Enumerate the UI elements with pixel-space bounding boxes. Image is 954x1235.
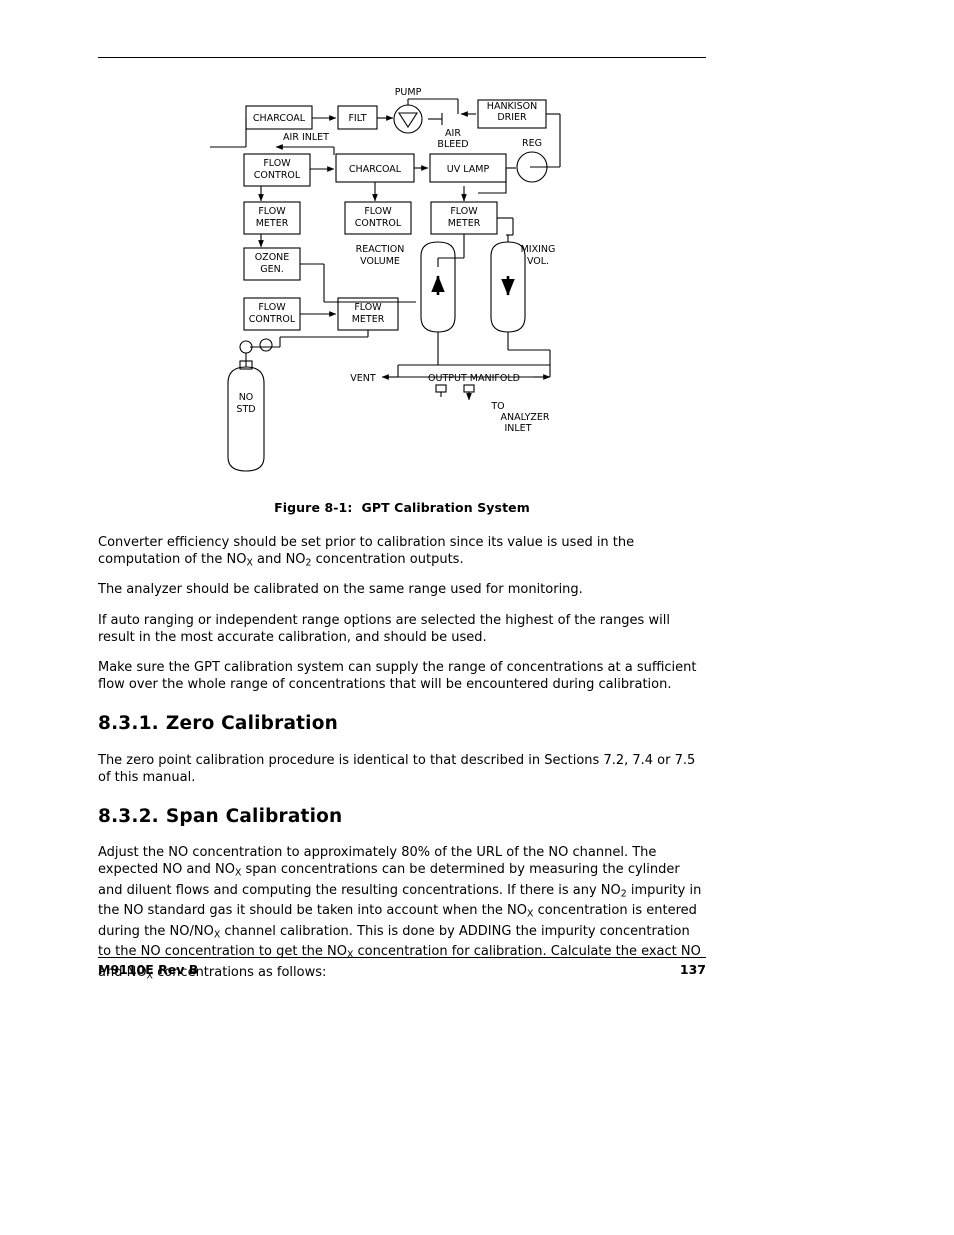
label-hankison-1: HANKISON: [487, 101, 537, 112]
label-reaction-volume-2: VOLUME: [360, 256, 400, 267]
label-to-analyzer-2: ANALYZER: [500, 412, 549, 423]
paragraph-converter-efficiency: Converter efficiency should be set prior…: [98, 534, 706, 572]
label-air-bleed-1: AIR: [445, 128, 461, 139]
label-flow-meter-3b: METER: [352, 314, 385, 325]
document-page: CHARCOAL FILT PUMP AIR BLEED HANKISON DR…: [0, 0, 954, 1235]
diagram-svg: CHARCOAL FILT PUMP AIR BLEED HANKISON DR…: [210, 87, 561, 472]
heading-span-number: 8.3.2.: [98, 806, 159, 827]
label-flow-meter-1a: FLOW: [258, 206, 286, 217]
p4-text: Make sure the GPT calibration system can…: [98, 660, 697, 693]
zero-body-text: The zero point calibration procedure is …: [98, 753, 696, 786]
label-flow-control-2a: FLOW: [364, 206, 392, 217]
label-reaction-volume-1: REACTION: [356, 244, 405, 255]
label-output-manifold: OUTPUT MANIFOLD: [428, 373, 520, 384]
label-flow-control-1b: CONTROL: [254, 170, 301, 181]
heading-zero-title: Zero Calibration: [165, 713, 338, 734]
label-to-analyzer-1: TO: [490, 401, 504, 412]
paragraph-zero-calibration: The zero point calibration procedure is …: [98, 752, 706, 786]
figure-caption-title: GPT Calibration System: [361, 500, 530, 515]
label-vent: VENT: [350, 373, 376, 384]
label-ozone-gen-2: GEN.: [260, 264, 284, 275]
label-no-std-1: NO: [239, 392, 254, 403]
heading-zero-number: 8.3.1.: [98, 713, 159, 734]
p1-part-b: and NO: [252, 552, 306, 568]
label-flow-control-1a: FLOW: [263, 158, 291, 169]
heading-span-calibration: 8.3.2. Span Calibration: [98, 806, 706, 827]
label-pump: PUMP: [395, 87, 422, 98]
label-mixing-vol-2: VOL.: [527, 256, 549, 267]
label-hankison-2: DRIER: [497, 112, 527, 123]
label-air-bleed-2: BLEED: [437, 139, 468, 150]
label-flow-control-3a: FLOW: [258, 302, 286, 313]
heading-span-title: Span Calibration: [165, 806, 343, 827]
label-uv-lamp: UV LAMP: [447, 164, 490, 175]
label-filt: FILT: [348, 113, 366, 124]
p1-part-c: concentration outputs.: [311, 552, 464, 568]
label-reg: REG: [522, 138, 542, 149]
header-rule: [98, 57, 706, 58]
heading-zero-calibration: 8.3.1. Zero Calibration: [98, 713, 706, 734]
label-flow-meter-2a: FLOW: [450, 206, 478, 217]
label-air-inlet: AIR INLET: [283, 132, 329, 143]
p2-text: The analyzer should be calibrated on the…: [98, 582, 583, 597]
label-ozone-gen-1: OZONE: [255, 252, 290, 263]
footer-rule: [98, 957, 706, 958]
paragraph-same-range: The analyzer should be calibrated on the…: [98, 581, 706, 598]
figure-caption: Figure 8-1: GPT Calibration System: [98, 500, 706, 515]
label-charcoal-1: CHARCOAL: [253, 113, 306, 124]
figure-caption-label: Figure 8-1:: [274, 500, 353, 515]
paragraph-gpt-supply: Make sure the GPT calibration system can…: [98, 659, 706, 693]
footer-page-number: 137: [679, 962, 706, 977]
p3-text: If auto ranging or independent range opt…: [98, 613, 670, 646]
label-charcoal-2: CHARCOAL: [349, 164, 402, 175]
label-mixing-vol-1: MIXING: [521, 244, 556, 255]
label-flow-meter-3a: FLOW: [354, 302, 382, 313]
label-flow-control-2b: CONTROL: [355, 218, 402, 229]
label-to-analyzer-3: INLET: [504, 423, 531, 434]
paragraph-auto-ranging: If auto ranging or independent range opt…: [98, 612, 706, 646]
label-flow-meter-2b: METER: [448, 218, 481, 229]
label-flow-meter-1b: METER: [256, 218, 289, 229]
label-flow-control-3b: CONTROL: [249, 314, 296, 325]
gpt-calibration-system-diagram: CHARCOAL FILT PUMP AIR BLEED HANKISON DR…: [98, 75, 706, 500]
label-no-std-2: STD: [236, 404, 255, 415]
